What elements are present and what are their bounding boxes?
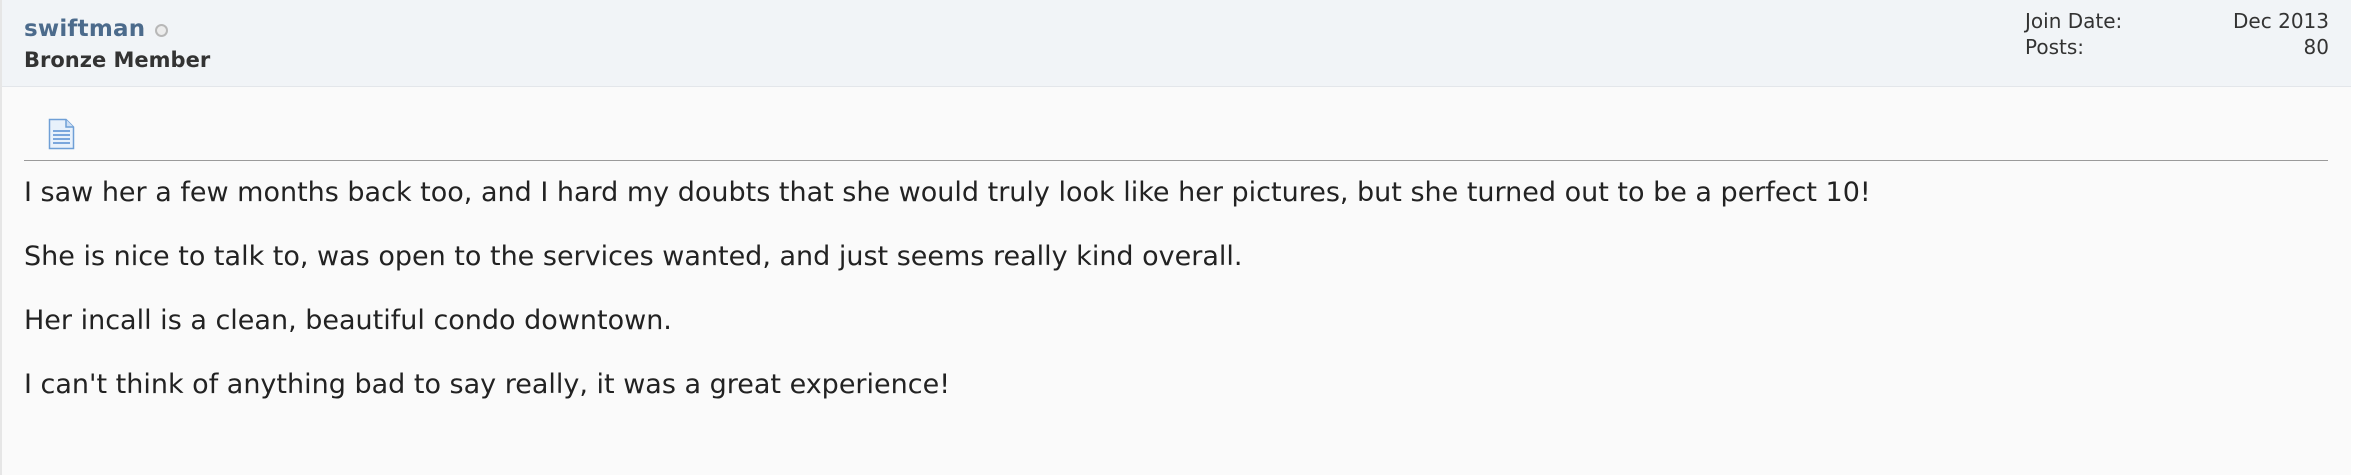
offline-status-icon xyxy=(155,23,169,37)
posts-label: Posts: xyxy=(2025,35,2085,59)
join-date-row: Join Date: Dec 2013 xyxy=(2025,8,2329,34)
message-paragraph: She is nice to talk to, was open to the … xyxy=(24,241,1243,272)
forum-post: swiftman Bronze Member Join Date: Dec 20… xyxy=(0,0,2351,475)
join-date-label: Join Date: xyxy=(2025,9,2123,33)
posts-value: 80 xyxy=(2303,35,2329,59)
username-link[interactable]: swiftman xyxy=(24,16,145,42)
post-message: I saw her a few months back too, and I h… xyxy=(24,161,2329,403)
document-icon xyxy=(48,118,75,150)
join-date-value: Dec 2013 xyxy=(2233,9,2329,33)
user-stats: Join Date: Dec 2013 Posts: 80 xyxy=(2025,8,2329,60)
post-body: I saw her a few months back too, and I h… xyxy=(2,87,2351,403)
username-row: swiftman xyxy=(24,16,169,42)
post-icon-row xyxy=(24,87,2328,161)
post-userinfo-header: swiftman Bronze Member Join Date: Dec 20… xyxy=(2,0,2351,87)
message-paragraph: I saw her a few months back too, and I h… xyxy=(24,177,1871,208)
posts-row: Posts: 80 xyxy=(2025,34,2329,60)
message-paragraph: Her incall is a clean, beautiful condo d… xyxy=(24,305,672,336)
message-paragraph: I can't think of anything bad to say rea… xyxy=(24,369,951,400)
user-rank-title: Bronze Member xyxy=(24,48,211,72)
